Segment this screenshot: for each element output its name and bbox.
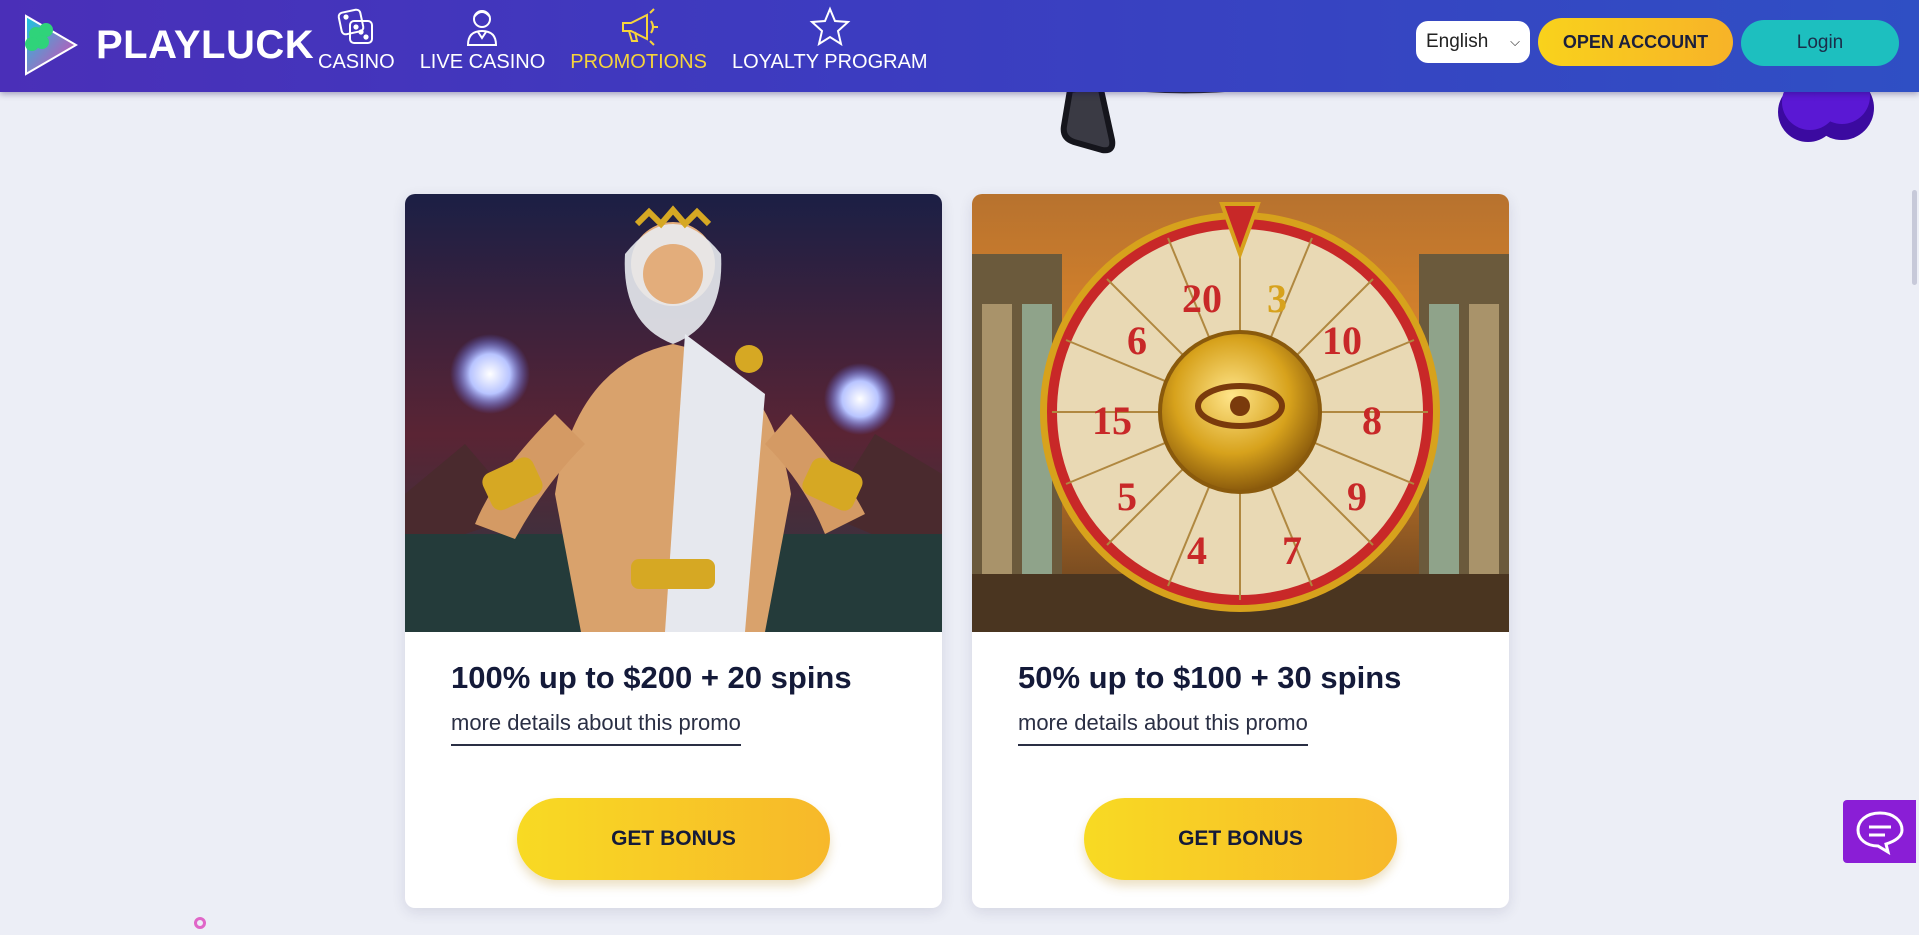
promo-details-link[interactable]: more details about this promo	[451, 710, 741, 746]
language-select[interactable]: English ⌵	[1416, 21, 1530, 63]
login-button[interactable]: Login	[1741, 20, 1899, 66]
nav-loyalty-program[interactable]: LOYALTY PROGRAM	[732, 0, 928, 74]
promo-details-link[interactable]: more details about this promo	[1018, 710, 1308, 746]
chat-bubble-icon	[1855, 810, 1904, 855]
star-icon	[809, 6, 851, 47]
wheel-number: 8	[1362, 398, 1382, 443]
get-bonus-button[interactable]: GET BONUS	[517, 798, 830, 880]
nav-promotions[interactable]: PROMOTIONS	[570, 0, 707, 74]
main-nav: CASINO LIVE CASINO PROMOTIONS LOYALTY PR…	[318, 0, 953, 92]
wheel-number: 5	[1117, 474, 1137, 519]
promo-title: 50% up to $100 + 30 spins	[1018, 660, 1402, 695]
brand-name: PLAYLUCK	[96, 22, 315, 67]
wheel-number: 20	[1182, 276, 1222, 321]
open-account-button[interactable]: OPEN ACCOUNT	[1538, 18, 1733, 66]
top-header: PLAYLUCK CASINO LIVE CASINO PROMOTIONS L…	[0, 0, 1919, 92]
wheel-number: 9	[1347, 474, 1367, 519]
promo-card: 3 10 8 9 7 4 5 15 6 20 50% up to $100 + …	[972, 194, 1509, 908]
wheel-number: 4	[1187, 528, 1207, 573]
promo-title: 100% up to $200 + 20 spins	[451, 660, 852, 695]
promo-card: 100% up to $200 + 20 spins more details …	[405, 194, 942, 908]
nav-label: CASINO	[318, 51, 395, 73]
nav-label: LOYALTY PROGRAM	[731, 51, 928, 73]
zeus-character-image	[405, 194, 942, 632]
wheel-number: 6	[1127, 318, 1147, 363]
decorative-ring	[194, 917, 206, 929]
wheel-number: 10	[1322, 318, 1362, 363]
dealer-icon	[467, 10, 498, 46]
megaphone-icon	[621, 8, 658, 46]
dice-icon	[338, 8, 374, 44]
wheel-number: 15	[1092, 398, 1132, 443]
brand-logo[interactable]: PLAYLUCK	[18, 12, 314, 78]
wheel-number: 3	[1267, 276, 1287, 321]
nav-casino[interactable]: CASINO	[318, 0, 395, 74]
language-value: English	[1426, 31, 1489, 52]
chevron-down-icon: ⌵	[1510, 34, 1520, 49]
clover-logo-icon	[25, 14, 78, 76]
get-bonus-button[interactable]: GET BONUS	[1084, 798, 1397, 880]
nav-label: PROMOTIONS	[570, 51, 707, 73]
egyptian-bonus-wheel-image: 3 10 8 9 7 4 5 15 6 20	[972, 194, 1509, 632]
wheel-number: 7	[1282, 528, 1302, 573]
live-chat-button[interactable]	[1843, 800, 1916, 863]
nav-live-casino[interactable]: LIVE CASINO	[419, 0, 546, 74]
nav-label: LIVE CASINO	[419, 51, 546, 73]
scrollbar-thumb[interactable]	[1912, 190, 1917, 285]
